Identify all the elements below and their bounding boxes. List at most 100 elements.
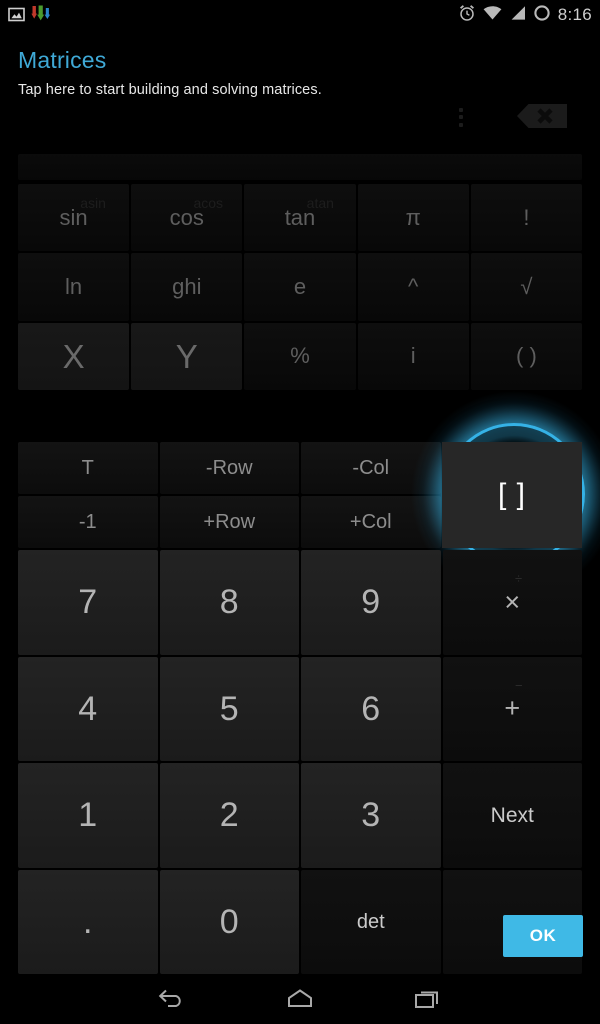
numeric_keys-key-×[interactable]: ÷ × [442,550,582,655]
key-label: 6 [361,689,381,728]
function_keys-key-X[interactable]: X [18,322,130,390]
function_keys-key-ghi[interactable]: ghi [131,253,243,321]
function_keys-key-e[interactable]: e [244,253,356,321]
key-label: 0 [219,902,239,941]
key-alt-label: acos [193,195,224,211]
backspace-icon [517,104,567,128]
function_keys-key-Y[interactable]: Y [131,322,243,390]
function_keys-key-i[interactable]: i [357,322,469,390]
key-label: % [290,343,310,369]
numeric_keys-key-1[interactable]: 1 [18,763,158,868]
key-label: 9 [361,583,381,622]
matrix_op_keys-key--1[interactable]: -1 [18,496,158,548]
page-title: Matrices [18,47,107,73]
numeric_keys-key-+[interactable]: − + [442,656,582,761]
key-label: e [293,273,307,299]
ok-button[interactable]: OK [503,915,583,957]
key-label: 3 [361,796,381,835]
key-label: -1 [78,511,97,533]
matrix_op_keys-key--Col[interactable]: -Col [301,442,441,494]
key-label: √ [520,273,533,299]
back-arrow-icon [158,989,181,1007]
downloads-icon [31,5,53,28]
key-alt-label: − [515,677,523,693]
function_keys-key-cos[interactable]: acos cos [131,184,243,252]
key-label: X [62,337,85,375]
matrix-display[interactable] [18,154,582,180]
nav-home-button[interactable] [270,982,330,1016]
phone-screen: 8:16 Matrices Tap here to start building… [0,0,600,1024]
key-label: ! [523,204,530,230]
numeric_keys-key-5[interactable]: 5 [159,656,299,761]
key-label: ln [65,273,83,299]
alarm-icon [458,4,476,27]
function_keys-key-^[interactable]: ^ [357,253,469,321]
function_keys-key-π[interactable]: π [357,184,469,252]
numeric_keys-key-6[interactable]: 6 [301,656,441,761]
signal-icon [509,5,526,26]
function_keys-key-()[interactable]: ( ) [470,322,582,390]
key-label: -Col [352,457,390,479]
numeric_keys-key-4[interactable]: 4 [18,656,158,761]
matrix_op_keys-key--Row[interactable]: -Row [159,442,299,494]
numeric_keys-key-9[interactable]: 9 [301,550,441,655]
key-label: 8 [219,583,239,622]
key-label: 4 [78,689,98,728]
key-label: det [356,910,385,933]
numeric_keys-key-3[interactable]: 3 [301,763,441,868]
key-label: +Col [349,511,392,533]
key-label: -Row [205,457,253,479]
recents-icon [415,991,438,1008]
key-label: 1 [78,796,98,835]
key-alt-label: asin [80,195,106,211]
key-label: × [504,586,521,617]
key-label: 5 [219,689,239,728]
numeric_keys-key-.[interactable]: . [18,869,158,974]
android-nav-bar [0,974,600,1024]
page-subtitle: Tap here to start building and solving m… [18,82,322,98]
numeric_keys-key-2[interactable]: 2 [159,763,299,868]
function_keys-key-tan[interactable]: atan tan [244,184,356,252]
key-label: i [410,343,416,369]
overflow-menu-button[interactable] [452,104,470,130]
overflow-dot-1 [459,107,463,112]
function_keys-key-sin[interactable]: asin sin [18,184,130,252]
matrix_op_keys-key-+Col[interactable]: +Col [301,496,441,548]
key-label: T [81,457,94,479]
status-bar: 8:16 [0,0,600,30]
nav-recents-button[interactable] [398,982,458,1016]
numeric_keys-key-det[interactable]: det [301,869,441,974]
key-label: + [504,693,521,724]
nav-back-button[interactable] [142,982,202,1016]
key-alt-label: ÷ [515,571,523,586]
numeric_keys-key-0[interactable]: 0 [159,869,299,974]
overflow-dot-3 [459,122,463,127]
function_keys-key-ln[interactable]: ln [18,253,130,321]
numeric_keys-key-8[interactable]: 8 [159,550,299,655]
key-label: . [83,902,93,941]
backspace-button[interactable] [498,101,568,131]
home-icon [288,989,312,1007]
screenshot-icon [8,6,25,28]
app-header: Matrices Tap here to start building and … [0,30,600,150]
matrix-bracket-key[interactable]: [ ] [442,442,582,548]
numeric-key-grid: 7 8 9 ÷ × 4 5 6− +1 2 3 Next. 0 det [18,550,582,974]
matrix_op_keys-key-+Row[interactable]: +Row [159,496,299,548]
function_keys-key-![interactable]: ! [470,184,582,252]
key-label: 7 [78,583,98,622]
matrix_op_keys-key-T[interactable]: T [18,442,158,494]
function-key-grid: asin sin acos cos atan tan π! ln ghi e ^ √ X Y% i ( ) [18,184,582,390]
overflow-dot-2 [459,115,463,119]
key-label: ( ) [516,343,537,369]
key-alt-label: atan [306,195,334,211]
status-bar-right-icons: 8:16 [458,3,592,27]
numeric_keys-key-Next[interactable]: Next [442,763,582,868]
status-bar-left-icons [8,5,53,28]
function_keys-key-√[interactable]: √ [470,253,582,321]
numeric_keys-key-7[interactable]: 7 [18,550,158,655]
key-label: ^ [408,273,419,299]
key-label: +Row [203,511,256,533]
function_keys-key-%[interactable]: % [244,322,356,390]
key-label: Y [175,337,198,375]
key-label: 2 [219,796,239,835]
